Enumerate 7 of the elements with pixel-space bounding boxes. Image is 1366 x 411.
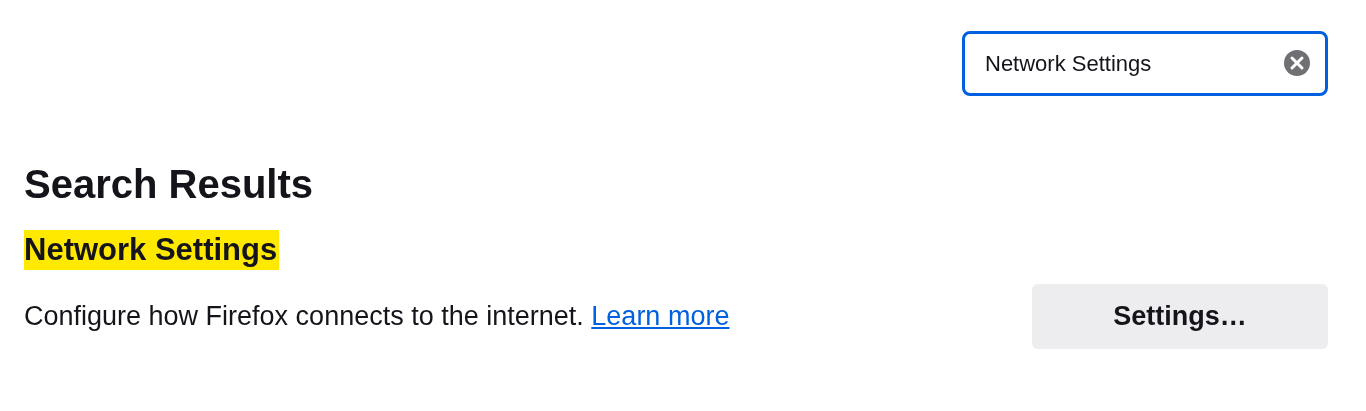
description-text: Configure how Firefox connects to the internet. Learn more [24, 301, 730, 332]
search-field[interactable]: Network Settings [962, 31, 1328, 96]
learn-more-link[interactable]: Learn more [591, 301, 730, 331]
settings-button[interactable]: Settings… [1032, 284, 1328, 349]
result-title: Network Settings [24, 230, 280, 270]
section-heading: Search Results [24, 161, 315, 208]
clear-icon[interactable] [1283, 49, 1311, 77]
